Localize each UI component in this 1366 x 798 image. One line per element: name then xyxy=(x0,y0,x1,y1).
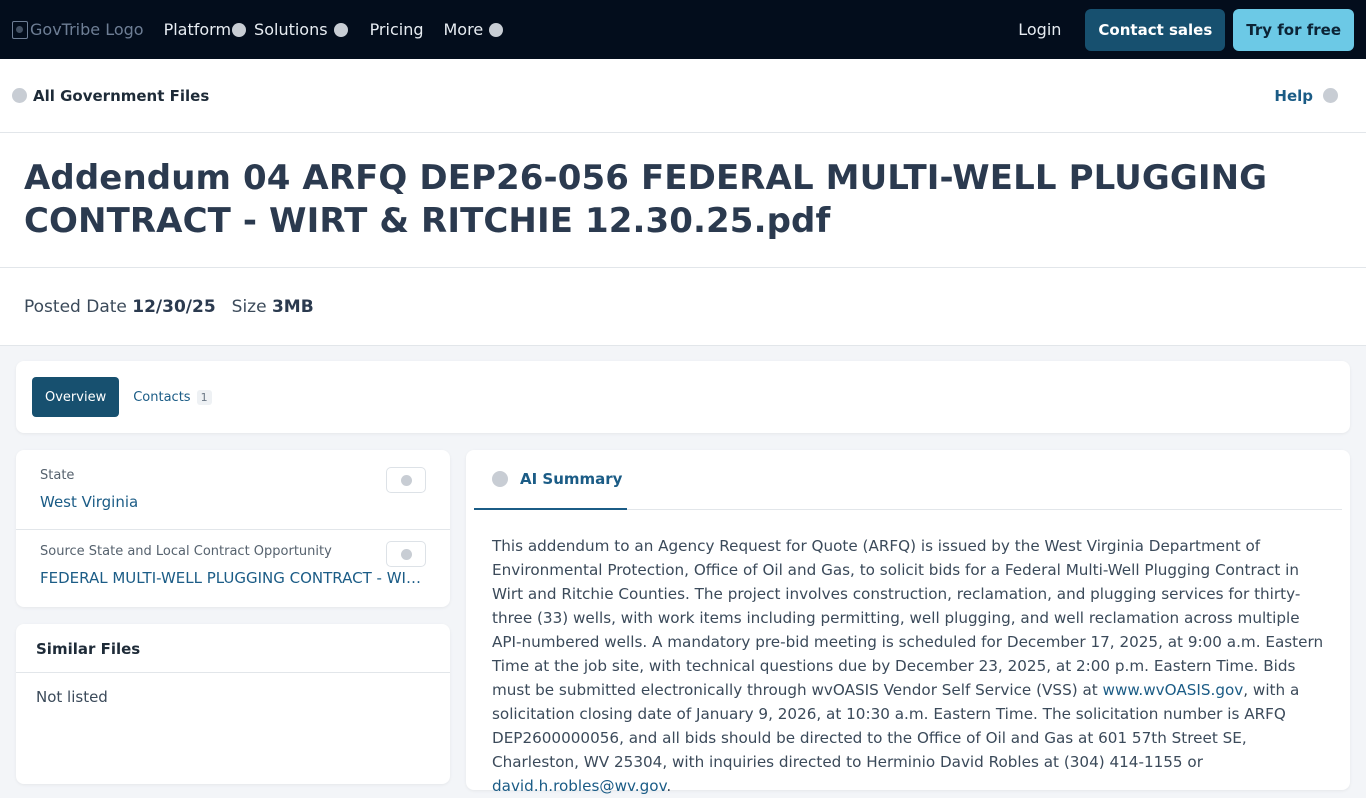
help-icon xyxy=(1323,88,1338,103)
contact-sales-button[interactable]: Contact sales xyxy=(1085,8,1226,51)
nav-pricing[interactable]: Pricing xyxy=(370,20,424,39)
state-value-link[interactable]: West Virginia xyxy=(40,493,426,511)
nav-more[interactable]: More xyxy=(444,20,504,39)
posted-date-value: 12/30/25 xyxy=(132,296,216,317)
help-label: Help xyxy=(1274,86,1313,105)
nav-platform[interactable]: Platform xyxy=(163,20,247,39)
title-section: Addendum 04 ARFQ DEP26-056 FEDERAL MULTI… xyxy=(0,133,1366,268)
nav-solutions-label: Solutions xyxy=(254,20,328,39)
tab-ai-summary[interactable]: AI Summary xyxy=(474,450,627,510)
source-field: Source State and Local Contract Opportun… xyxy=(16,529,450,606)
tab-contacts-label: Contacts xyxy=(133,389,191,405)
back-arrow-icon xyxy=(12,88,27,103)
ai-summary-tabbar: AI Summary xyxy=(474,450,1342,510)
size-label: Size xyxy=(231,296,267,317)
state-action-button[interactable] xyxy=(386,467,426,493)
nav-solutions[interactable]: Solutions xyxy=(254,20,348,39)
top-navigation: GovTribe Logo Platform Solutions Pricing… xyxy=(0,0,1366,59)
wvoasis-link[interactable]: www.wvOASIS.gov xyxy=(1103,681,1244,699)
nav-platform-label: Platform xyxy=(163,20,232,39)
ai-summary-card: AI Summary This addendum to an Agency Re… xyxy=(466,450,1350,795)
try-for-free-button[interactable]: Try for free xyxy=(1233,8,1354,51)
action-icon xyxy=(400,548,412,560)
state-label: State xyxy=(40,468,75,483)
file-meta: Posted Date 12/30/25 Size 3MB xyxy=(0,268,1366,346)
tab-contacts[interactable]: Contacts 1 xyxy=(133,389,212,405)
chevron-down-icon xyxy=(232,22,247,37)
breadcrumb-label: All Government Files xyxy=(33,86,210,105)
ai-summary-tab-label: AI Summary xyxy=(520,470,623,488)
ai-summary-text: This addendum to an Agency Request for Q… xyxy=(466,510,1350,798)
nav-more-label: More xyxy=(443,20,484,39)
logo-alt-text: GovTribe Logo xyxy=(30,20,144,39)
action-icon xyxy=(400,474,412,486)
page-title: Addendum 04 ARFQ DEP26-056 FEDERAL MULTI… xyxy=(24,158,1268,241)
tabs-card: Overview Contacts 1 xyxy=(16,361,1350,433)
breadcrumb-all-files[interactable]: All Government Files xyxy=(12,87,209,105)
summary-text-part-1: This addendum to an Agency Request for Q… xyxy=(492,537,1324,699)
state-field: State West Virginia xyxy=(16,450,450,529)
breadcrumb-bar: All Government Files Help xyxy=(0,59,1366,133)
size-value: 3MB xyxy=(271,296,314,317)
chevron-down-icon xyxy=(333,22,348,37)
source-action-button[interactable] xyxy=(386,541,426,567)
email-link[interactable]: david.h.robles@wv.gov xyxy=(492,777,666,795)
govtribe-logo[interactable]: GovTribe Logo xyxy=(12,20,144,39)
similar-files-heading: Similar Files xyxy=(16,624,450,673)
summary-text-part-3: . xyxy=(666,777,672,795)
help-link[interactable]: Help xyxy=(1274,87,1338,105)
broken-image-icon xyxy=(12,20,28,39)
source-value-link[interactable]: FEDERAL MULTI-WELL PLUGGING CONTRACT - W… xyxy=(40,569,426,587)
details-card: State West Virginia Source State and Loc… xyxy=(16,450,450,607)
source-label: Source State and Local Contract Opportun… xyxy=(40,544,332,559)
contacts-count-badge: 1 xyxy=(196,389,212,405)
similar-files-card: Similar Files Not listed xyxy=(16,624,450,784)
sparkle-icon xyxy=(492,471,508,487)
nav-pricing-label: Pricing xyxy=(369,20,424,39)
similar-files-empty: Not listed xyxy=(36,688,108,706)
login-link[interactable]: Login xyxy=(1018,20,1061,39)
chevron-down-icon xyxy=(489,22,504,37)
posted-date-label: Posted Date xyxy=(24,296,127,317)
tab-overview[interactable]: Overview xyxy=(32,377,120,417)
